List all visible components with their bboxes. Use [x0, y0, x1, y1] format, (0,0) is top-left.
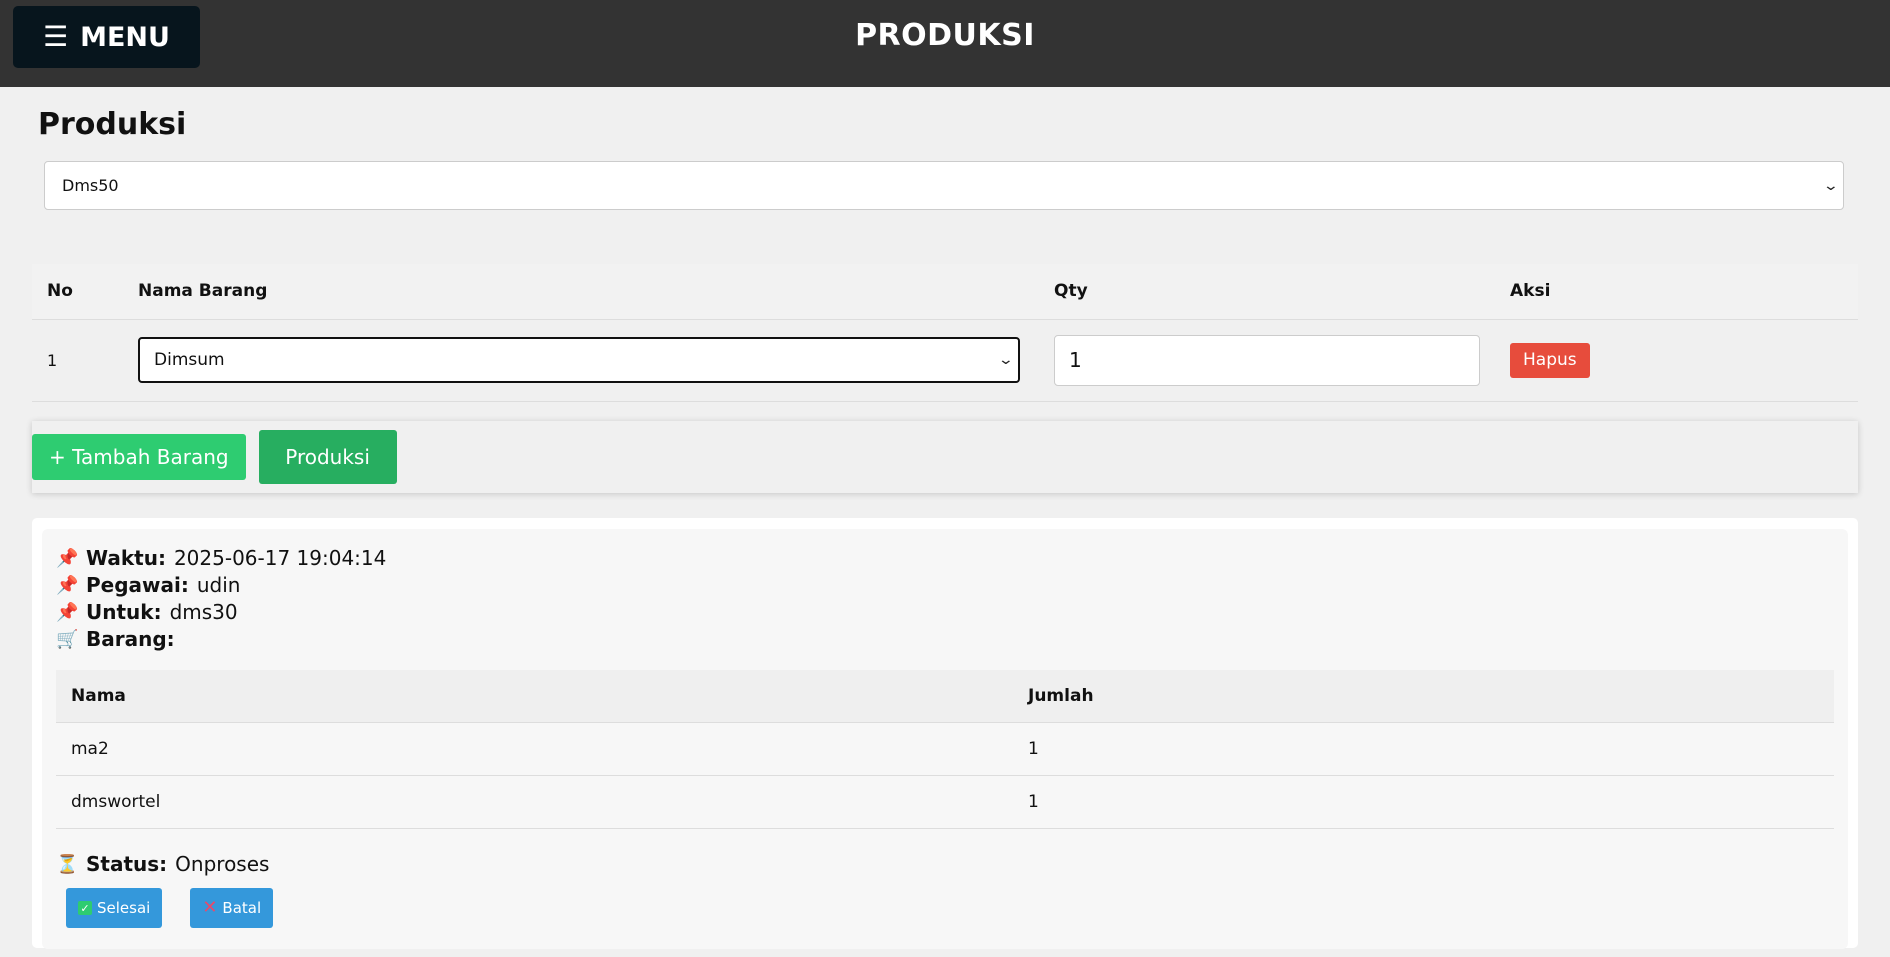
untuk-label: Untuk:	[86, 599, 162, 624]
record-target-line: 📌 Untuk: dms30	[56, 599, 1834, 626]
status-value: Onproses	[175, 852, 270, 876]
waktu-label: Waktu:	[86, 545, 166, 570]
production-record-card: 📌 Waktu: 2025-06-17 19:04:14 📌 Pegawai: …	[42, 528, 1848, 949]
record-items-table: Nama Jumlah ma2 1 dmswortel 1	[56, 669, 1834, 829]
pushpin-icon: 📌	[56, 547, 79, 569]
items-table-header-row: No Nama Barang Qty Aksi	[32, 264, 1858, 320]
action-cell: Hapus	[1495, 319, 1858, 402]
item-cell: Dimsum ⌄	[123, 319, 1039, 402]
qty-input[interactable]: 1	[1054, 334, 1480, 386]
top-bar: ☰ MENU PRODUKSI	[0, 0, 1890, 87]
production-record-container: 📌 Waktu: 2025-06-17 19:04:14 📌 Pegawai: …	[32, 517, 1858, 949]
pushpin-icon: 📌	[56, 601, 79, 623]
column-header-nama: Nama	[56, 669, 1013, 723]
cancel-button[interactable]: ✕ Batal	[190, 888, 274, 928]
table-row: dmswortel 1	[56, 775, 1834, 829]
chevron-down-icon: ⌄	[1822, 177, 1840, 194]
record-actions: ✓ Selesai ✕ Batal	[56, 888, 1834, 928]
untuk-value: dms30	[169, 599, 238, 624]
record-time-line: 📌 Waktu: 2025-06-17 19:04:14	[56, 545, 1834, 572]
cross-icon: ✕	[202, 897, 218, 918]
page-title: Produksi	[38, 107, 187, 142]
record-item-name: dmswortel	[56, 775, 1013, 829]
cancel-button-label: Batal	[222, 899, 262, 917]
record-item-qty: 1	[1013, 722, 1834, 776]
column-header-no: No	[32, 264, 123, 320]
pegawai-label: Pegawai:	[86, 572, 189, 597]
app-title: PRODUKSI	[855, 18, 1035, 53]
submit-production-button[interactable]: Produksi	[258, 429, 397, 484]
column-header-jumlah: Jumlah	[1013, 669, 1834, 723]
items-table: No Nama Barang Qty Aksi 1 Dimsum ⌄ 1 Hap…	[32, 264, 1858, 402]
finish-button-label: Selesai	[97, 899, 151, 917]
pushpin-icon: 📌	[56, 574, 79, 596]
column-header-qty: Qty	[1039, 264, 1495, 320]
chevron-down-icon: ⌄	[997, 352, 1015, 368]
record-employee-line: 📌 Pegawai: udin	[56, 572, 1834, 599]
add-item-button[interactable]: + Tambah Barang	[32, 433, 246, 480]
qty-value: 1	[1069, 348, 1082, 372]
record-table-header-row: Nama Jumlah	[56, 669, 1834, 723]
hourglass-icon: ⏳	[56, 854, 79, 875]
production-target-select[interactable]: Dms50 ⌄	[44, 161, 1844, 210]
record-item-name: ma2	[56, 722, 1013, 776]
production-target-value: Dms50	[62, 176, 119, 195]
column-header-nama-barang: Nama Barang	[123, 264, 1039, 320]
column-header-aksi: Aksi	[1495, 264, 1858, 320]
waktu-value: 2025-06-17 19:04:14	[173, 545, 387, 570]
table-row: ma2 1	[56, 722, 1834, 776]
delete-row-button[interactable]: Hapus	[1510, 342, 1590, 378]
action-bar: + Tambah Barang Produksi	[32, 420, 1858, 493]
main-content: Produksi Dms50 ⌄ No Nama Barang Qty Aksi…	[0, 87, 1890, 949]
check-box-icon: ✓	[78, 901, 92, 915]
record-item-qty: 1	[1013, 775, 1834, 829]
item-select-value: Dimsum	[154, 350, 225, 370]
finish-button[interactable]: ✓ Selesai	[66, 888, 163, 928]
qty-cell: 1	[1039, 319, 1495, 402]
item-select[interactable]: Dimsum ⌄	[138, 337, 1020, 383]
record-items-line: 🛒 Barang:	[56, 626, 1834, 653]
record-status-line: ⏳ Status: Onproses	[56, 851, 1834, 878]
table-row: 1 Dimsum ⌄ 1 Hapus	[32, 319, 1858, 402]
row-number: 1	[32, 319, 123, 402]
shopping-cart-icon: 🛒	[56, 628, 79, 650]
status-label: Status:	[86, 852, 168, 876]
pegawai-value: udin	[196, 572, 241, 597]
barang-label: Barang:	[86, 626, 175, 651]
